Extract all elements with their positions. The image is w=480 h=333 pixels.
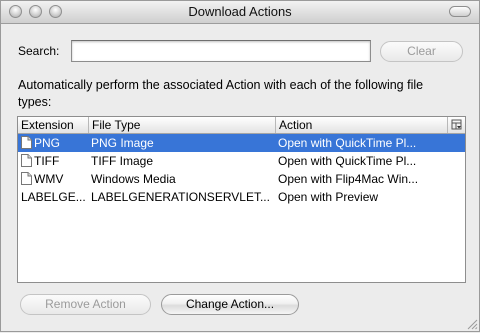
file-type-cell: TIFF Image	[91, 154, 154, 168]
action-cell: Open with QuickTime Pl...	[278, 136, 417, 150]
resize-grip-icon[interactable]	[466, 318, 478, 330]
action-cell: Open with Flip4Mac Win...	[278, 172, 419, 186]
file-types-table[interactable]: Extension File Type Action PNG PNG Image	[17, 116, 466, 283]
column-header-file-type[interactable]: File Type	[89, 117, 276, 133]
document-icon	[21, 154, 32, 167]
document-icon	[21, 172, 32, 185]
window-title: Download Actions	[188, 4, 292, 19]
column-header-action[interactable]: Action	[276, 117, 448, 133]
file-type-cell: Windows Media	[91, 172, 176, 186]
document-icon	[21, 136, 32, 149]
change-action-button[interactable]: Change Action...	[161, 294, 299, 315]
remove-action-button[interactable]: Remove Action	[20, 294, 151, 315]
table-row[interactable]: PNG PNG Image Open with QuickTime Pl...	[18, 134, 465, 152]
table-row[interactable]: LABELGE... LABELGENERATIONSERVLET... Ope…	[18, 188, 465, 206]
extension-cell: WMV	[21, 170, 89, 188]
action-cell: Open with QuickTime Pl...	[278, 154, 417, 168]
action-cell: Open with Preview	[278, 190, 379, 204]
column-header-extension[interactable]: Extension	[18, 117, 89, 133]
extension-cell: PNG	[21, 134, 89, 152]
toolbar-toggle-button[interactable]	[449, 6, 471, 17]
search-label: Search:	[18, 44, 60, 58]
search-input[interactable]	[71, 40, 371, 62]
clear-button[interactable]: Clear	[380, 41, 463, 62]
download-actions-window: Download Actions Search: Clear Automatic…	[0, 0, 480, 332]
column-chooser-icon[interactable]	[448, 117, 465, 133]
extension-cell: TIFF	[21, 152, 89, 170]
title-bar[interactable]: Download Actions	[1, 1, 479, 24]
table-row[interactable]: WMV Windows Media Open with Flip4Mac Win…	[18, 170, 465, 188]
description-text: Automatically perform the associated Act…	[18, 78, 424, 109]
file-type-cell: PNG Image	[91, 136, 154, 150]
table-header: Extension File Type Action	[18, 117, 465, 134]
table-row[interactable]: TIFF TIFF Image Open with QuickTime Pl..…	[18, 152, 465, 170]
file-type-cell: LABELGENERATIONSERVLET...	[91, 190, 270, 204]
extension-cell: LABELGE...	[21, 190, 86, 204]
